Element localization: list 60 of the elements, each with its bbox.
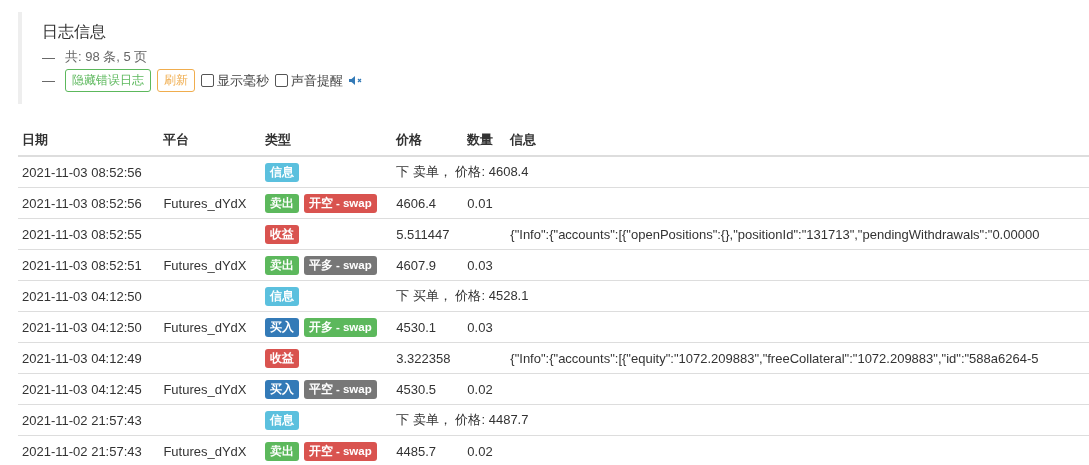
table-cell: 4530.5: [392, 373, 464, 405]
column-header: 价格: [392, 124, 464, 156]
type-label: 卖出: [264, 193, 299, 213]
table-cell: 5.511447: [392, 218, 464, 250]
table-cell: Futures_dYdX: [159, 373, 261, 405]
table-cell: 0.01: [463, 187, 507, 219]
type-label: 开多 - swap: [303, 317, 377, 337]
type-label: 开空 - swap: [303, 441, 377, 461]
column-header: 类型: [260, 124, 393, 156]
table-cell: 下 卖单， 价格: 4487.7: [392, 404, 1089, 436]
table-cell: 2021-11-03 08:52:56: [18, 187, 160, 219]
table-cell: 下 卖单， 价格: 4608.4: [392, 156, 1089, 188]
table-cell: Futures_dYdX: [159, 187, 261, 219]
type-label: 平空 - swap: [303, 379, 377, 399]
table-cell: 3.322358: [392, 342, 464, 374]
type-label: 开空 - swap: [303, 193, 377, 213]
table-cell: 2021-11-03 04:12:50: [18, 311, 160, 343]
type-label: 信息: [264, 162, 299, 182]
type-label: 收益: [264, 348, 299, 368]
table-cell: 下 买单， 价格: 4528.1: [392, 280, 1089, 312]
table-cell: {"Info":{"accounts":[{"equity":"1072.209883","freeCollateral":"1072.209883","id":"588a6264-5: [506, 342, 1089, 374]
panel-title: 日志信息: [42, 22, 107, 42]
type-label: 卖出: [264, 255, 299, 275]
table-cell: 2021-11-03 04:12:50: [18, 280, 160, 312]
table-cell: 4485.7: [392, 435, 464, 465]
table-cell: 4607.9: [392, 249, 464, 281]
table-cell: 2021-11-03 04:12:49: [18, 342, 160, 374]
column-header: 数量: [463, 124, 507, 156]
table-cell: 4530.1: [392, 311, 464, 343]
table-cell: 0.03: [463, 311, 507, 343]
table-cell: 2021-11-03 08:52:56: [18, 156, 160, 188]
table-cell: 2021-11-02 21:57:43: [18, 404, 160, 436]
table-cell: Futures_dYdX: [159, 311, 261, 343]
column-header: 平台: [159, 124, 261, 156]
type-label: 平多 - swap: [303, 255, 377, 275]
type-label: 信息: [264, 410, 299, 430]
type-label: 卖出: [264, 441, 299, 461]
table-cell: 2021-11-02 21:57:43: [18, 435, 160, 465]
dash-mark: —: [42, 73, 55, 88]
summary-text: 共: 98 条, 5 页: [65, 48, 148, 66]
table-cell: 0.02: [463, 435, 507, 465]
column-header: 信息: [506, 124, 1089, 156]
table-cell: 0.03: [463, 249, 507, 281]
column-header: 日期: [18, 124, 160, 156]
type-label: 收益: [264, 224, 299, 244]
table-cell: 4606.4: [392, 187, 464, 219]
table-cell: Futures_dYdX: [159, 249, 261, 281]
table-cell: Futures_dYdX: [159, 435, 261, 465]
table-cell: 0.02: [463, 373, 507, 405]
checkbox-option[interactable]: 显示毫秒: [201, 71, 269, 90]
type-label: 买入: [264, 317, 299, 337]
type-label: 信息: [264, 286, 299, 306]
speaker-muted-icon[interactable]: [349, 76, 362, 85]
checkbox-option[interactable]: 声音提醒: [275, 71, 343, 90]
table-cell: {"Info":{"accounts":[{"openPositions":{},"positionId":"131713","pendingWithdrawals":"0.00000: [506, 218, 1089, 250]
dash-mark: —: [42, 49, 55, 65]
table-cell: 2021-11-03 04:12:45: [18, 373, 160, 405]
table-cell: 2021-11-03 08:52:55: [18, 218, 160, 250]
table-cell: 2021-11-03 08:52:51: [18, 249, 160, 281]
type-label: 买入: [264, 379, 299, 399]
